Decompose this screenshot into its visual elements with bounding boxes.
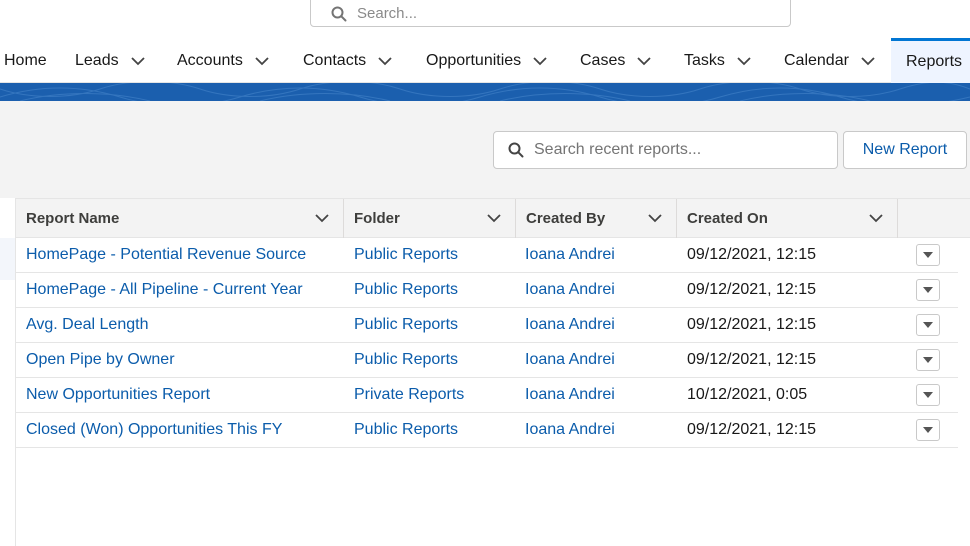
caret-down-icon <box>923 252 933 258</box>
report-name-link[interactable]: Avg. Deal Length <box>26 308 148 342</box>
report-search-input[interactable] <box>534 141 814 159</box>
nav-item-leads[interactable]: Leads <box>75 38 145 83</box>
created-by-link[interactable]: Ioana Andrei <box>525 378 615 412</box>
chevron-down-icon[interactable] <box>315 213 329 223</box>
row-actions-button[interactable] <box>916 244 940 266</box>
created-on: 09/12/2021, 12:15 <box>687 246 817 263</box>
chevron-down-icon[interactable] <box>737 56 751 66</box>
created-on: 10/12/2021, 0:05 <box>687 386 808 403</box>
folder-link[interactable]: Public Reports <box>354 343 458 377</box>
chevron-down-icon[interactable] <box>533 56 547 66</box>
created-by-link[interactable]: Ioana Andrei <box>525 238 615 272</box>
column-header-created-by[interactable]: Created By <box>516 199 677 238</box>
search-icon <box>331 6 347 21</box>
chevron-down-icon[interactable] <box>487 213 501 223</box>
chevron-down-icon[interactable] <box>378 56 392 66</box>
nav-item-label: Home <box>4 51 47 69</box>
created-on: 09/12/2021, 12:15 <box>687 281 817 298</box>
created-on: 09/12/2021, 12:15 <box>687 351 817 368</box>
caret-down-icon <box>923 287 933 293</box>
folder-link[interactable]: Public Reports <box>354 238 458 272</box>
chevron-down-icon[interactable] <box>637 56 651 66</box>
report-name-link[interactable]: New Opportunities Report <box>26 378 210 412</box>
chevron-down-icon[interactable] <box>861 56 875 66</box>
row-actions-button[interactable] <box>916 314 940 336</box>
folder-link[interactable]: Private Reports <box>354 378 464 412</box>
caret-down-icon <box>923 357 933 363</box>
column-header-folder[interactable]: Folder <box>344 199 516 238</box>
nav-item-label: Reports <box>906 53 963 70</box>
left-rail-selection <box>0 238 15 280</box>
nav-item-calendar[interactable]: Calendar <box>784 38 875 83</box>
table-row: HomePage - Potential Revenue Source Publ… <box>16 238 958 273</box>
report-search[interactable] <box>493 131 838 169</box>
global-search[interactable]: Search... <box>310 0 791 27</box>
chevron-down-icon[interactable] <box>648 213 662 223</box>
global-search-placeholder: Search... <box>357 5 418 22</box>
created-by-link[interactable]: Ioana Andrei <box>525 308 615 342</box>
column-header-created-on[interactable]: Created On <box>677 199 898 238</box>
left-rail <box>0 198 16 546</box>
chevron-down-icon[interactable] <box>869 213 883 223</box>
report-name-link[interactable]: Closed (Won) Opportunities This FY <box>26 413 282 447</box>
created-on: 09/12/2021, 12:15 <box>687 316 817 333</box>
report-name-link[interactable]: Open Pipe by Owner <box>26 343 175 377</box>
chevron-down-icon[interactable] <box>130 56 145 66</box>
table-row: HomePage - All Pipeline - Current Year P… <box>16 273 958 308</box>
table-header: Report Name Folder Created By Created On <box>16 198 970 238</box>
column-header-label: Report Name <box>26 210 120 227</box>
nav-item-accounts[interactable]: Accounts <box>177 38 269 83</box>
search-icon <box>508 142 524 158</box>
report-name-link[interactable]: HomePage - Potential Revenue Source <box>26 238 306 272</box>
nav-item-label: Accounts <box>177 51 243 69</box>
folder-link[interactable]: Public Reports <box>354 413 458 447</box>
created-by-link[interactable]: Ioana Andrei <box>525 343 615 377</box>
column-header-label: Created By <box>526 210 606 227</box>
nav-item-label: Leads <box>75 51 119 69</box>
folder-link[interactable]: Public Reports <box>354 308 458 342</box>
brand-pattern <box>0 83 970 101</box>
chevron-down-icon[interactable] <box>255 56 269 66</box>
row-actions-button[interactable] <box>916 349 940 371</box>
nav-item-reports[interactable]: Reports <box>891 38 970 83</box>
nav-item-home[interactable]: Home <box>4 38 47 83</box>
column-header-label: Created On <box>687 210 768 227</box>
nav-item-label: Contacts <box>303 51 367 69</box>
column-header-label: Folder <box>354 210 400 227</box>
new-report-button[interactable]: New Report <box>843 131 967 169</box>
caret-down-icon <box>923 322 933 328</box>
table-row: Open Pipe by Owner Public Reports Ioana … <box>16 343 958 378</box>
caret-down-icon <box>923 392 933 398</box>
nav-item-label: Tasks <box>684 51 725 69</box>
nav-item-cases[interactable]: Cases <box>580 38 651 83</box>
created-by-link[interactable]: Ioana Andrei <box>525 273 615 307</box>
folder-link[interactable]: Public Reports <box>354 273 458 307</box>
nav-item-label: Calendar <box>784 51 849 69</box>
column-header-report-name[interactable]: Report Name <box>16 199 344 238</box>
brand-band <box>0 83 970 101</box>
caret-down-icon <box>923 427 933 433</box>
row-actions-button[interactable] <box>916 279 940 301</box>
created-on: 09/12/2021, 12:15 <box>687 421 817 438</box>
nav-bar: Home Leads Accounts Contacts Opportuniti… <box>0 38 970 83</box>
table-row: New Opportunities Report Private Reports… <box>16 378 958 413</box>
row-actions-button[interactable] <box>916 419 940 441</box>
table-row: Closed (Won) Opportunities This FY Publi… <box>16 413 958 448</box>
row-actions-button[interactable] <box>916 384 940 406</box>
report-name-link[interactable]: HomePage - All Pipeline - Current Year <box>26 273 303 307</box>
nav-item-opportunities[interactable]: Opportunities <box>426 38 547 83</box>
reports-table: Report Name Folder Created By Created On… <box>16 198 970 546</box>
nav-item-contacts[interactable]: Contacts <box>303 38 392 83</box>
table-row: Avg. Deal Length Public Reports Ioana An… <box>16 308 958 343</box>
nav-item-tasks[interactable]: Tasks <box>684 38 751 83</box>
nav-item-label: Cases <box>580 51 626 69</box>
top-bar: Search... <box>0 0 970 38</box>
created-by-link[interactable]: Ioana Andrei <box>525 413 615 447</box>
nav-item-label: Opportunities <box>426 51 522 69</box>
